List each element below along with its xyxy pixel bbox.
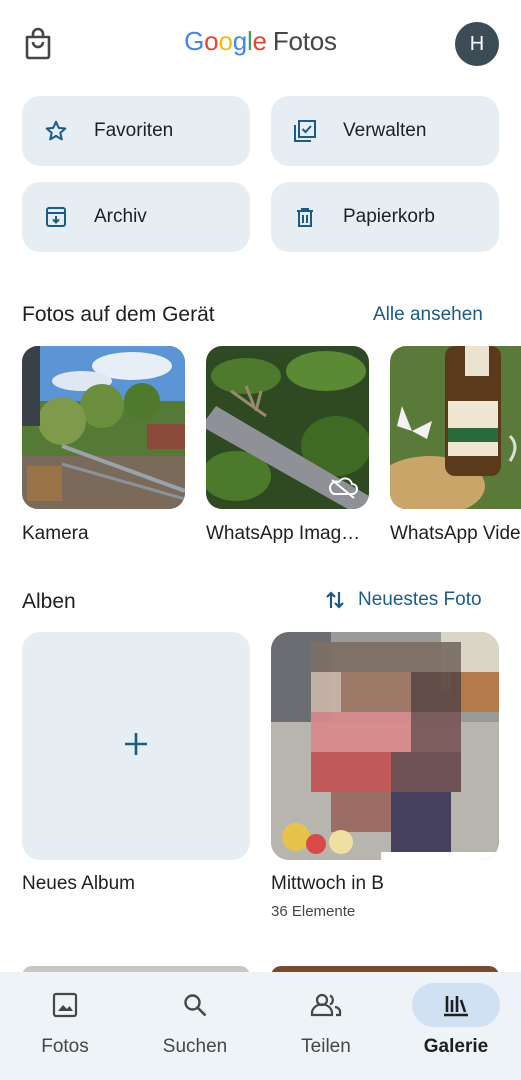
album-title-mittwoch: Mittwoch in B (271, 873, 384, 894)
albums-title: Alben (22, 590, 76, 613)
nav-pill (21, 983, 109, 1027)
sort-label: Neuestes Foto (358, 589, 482, 610)
new-album-label: Neues Album (22, 873, 136, 894)
archive-icon (44, 205, 68, 229)
folder-label-whatsapp-video: WhatsApp Vide (390, 523, 521, 544)
album-cover-mittwoch[interactable] (271, 632, 499, 860)
nav-library[interactable]: Galerie (391, 972, 521, 1080)
device-photos-title: Fotos auf dem Gerät (22, 303, 215, 326)
folder-thumbnail-whatsapp-video[interactable] (390, 346, 521, 509)
library-icon (444, 996, 468, 1017)
nav-search[interactable]: Suchen (130, 972, 260, 1080)
folder-thumbnail-camera[interactable] (22, 346, 185, 509)
avatar-initial: H (469, 32, 485, 55)
top-app-bar: Google Fotos H (0, 0, 521, 88)
sort-albums-button[interactable]: Neuestes Foto (324, 588, 482, 612)
nav-label-sharing: Teilen (301, 1036, 351, 1057)
archive-button[interactable]: Archiv (22, 182, 250, 252)
album-count-mittwoch: 36 Elemente (271, 903, 356, 920)
new-album-button[interactable] (22, 632, 250, 860)
nav-label-photos: Fotos (41, 1036, 89, 1057)
swap-vertical-icon (324, 588, 346, 612)
trash-label: Papierkorb (343, 206, 435, 227)
nav-sharing[interactable]: Teilen (261, 972, 391, 1080)
search-icon (184, 994, 207, 1017)
trash-icon (293, 205, 317, 229)
folder-thumbnail-whatsapp-images[interactable] (206, 346, 369, 509)
whatsapp-images-folder-image (206, 346, 369, 509)
manage-label: Verwalten (343, 120, 427, 141)
bottom-navigation: Fotos Suchen Teilen Galerie (0, 972, 521, 1080)
archive-label: Archiv (94, 206, 147, 227)
nav-label-search: Suchen (162, 1036, 228, 1057)
photo-icon (52, 992, 78, 1018)
nav-label-library: Galerie (423, 1036, 489, 1057)
people-icon (310, 993, 342, 1017)
plus-icon (123, 731, 149, 762)
favorites-label: Favoriten (94, 120, 174, 141)
folder-label-camera: Kamera (22, 523, 89, 544)
folder-label-whatsapp-images: WhatsApp Imag… (206, 523, 361, 544)
account-avatar[interactable]: H (455, 22, 499, 66)
album-cover-image (271, 632, 499, 860)
camera-folder-image (22, 346, 185, 509)
manage-button[interactable]: Verwalten (271, 96, 499, 166)
favorites-button[interactable]: Favoriten (22, 96, 250, 166)
nav-pill (151, 983, 239, 1027)
nav-photos[interactable]: Fotos (0, 972, 130, 1080)
trash-button[interactable]: Papierkorb (271, 182, 499, 252)
view-all-link[interactable]: Alle ansehen (373, 304, 483, 326)
star-icon (44, 119, 68, 143)
nav-pill-active (412, 983, 500, 1027)
whatsapp-video-folder-image (390, 346, 521, 509)
nav-pill (282, 983, 370, 1027)
checklist-icon (293, 119, 317, 143)
app-logo: Google Fotos (184, 26, 337, 56)
